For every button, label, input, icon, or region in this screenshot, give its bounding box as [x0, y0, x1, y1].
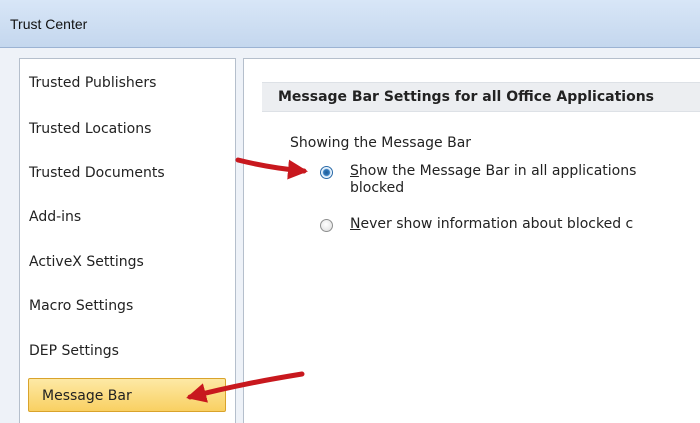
show-message-bar-accel: S	[350, 163, 359, 179]
nav-item-trusted-publishers[interactable]: Trusted Publishers	[29, 73, 156, 93]
show-message-bar-label-line2[interactable]: blocked	[350, 180, 404, 197]
never-show-radio[interactable]	[320, 219, 333, 232]
trust-center-window: Trust Center Trusted Publishers Trusted …	[0, 0, 700, 423]
nav-item-dep-settings[interactable]: DEP Settings	[29, 341, 119, 361]
never-show-accel: N	[350, 216, 361, 232]
nav-item-add-ins[interactable]: Add-ins	[29, 207, 81, 227]
navigation-panel	[19, 58, 236, 423]
nav-item-trusted-locations[interactable]: Trusted Locations	[29, 119, 151, 139]
window-title: Trust Center	[10, 16, 88, 32]
title-bar: Trust Center	[0, 0, 700, 48]
never-show-text: ever show information about blocked c	[360, 216, 634, 232]
nav-item-activex-settings[interactable]: ActiveX Settings	[29, 252, 144, 272]
never-show-label[interactable]: Never show information about blocked c	[350, 216, 633, 233]
nav-item-trusted-documents[interactable]: Trusted Documents	[29, 163, 165, 183]
settings-panel	[243, 58, 700, 423]
show-message-bar-label[interactable]: Show the Message Bar in all applications	[350, 163, 636, 180]
nav-item-macro-settings[interactable]: Macro Settings	[29, 296, 133, 316]
show-message-bar-text: how the Message Bar in all applications	[358, 163, 637, 179]
group-label: Showing the Message Bar	[290, 135, 472, 151]
nav-item-message-bar[interactable]: Message Bar	[28, 378, 226, 412]
section-title: Message Bar Settings for all Office Appl…	[278, 89, 655, 105]
show-message-bar-radio[interactable]	[320, 166, 333, 179]
